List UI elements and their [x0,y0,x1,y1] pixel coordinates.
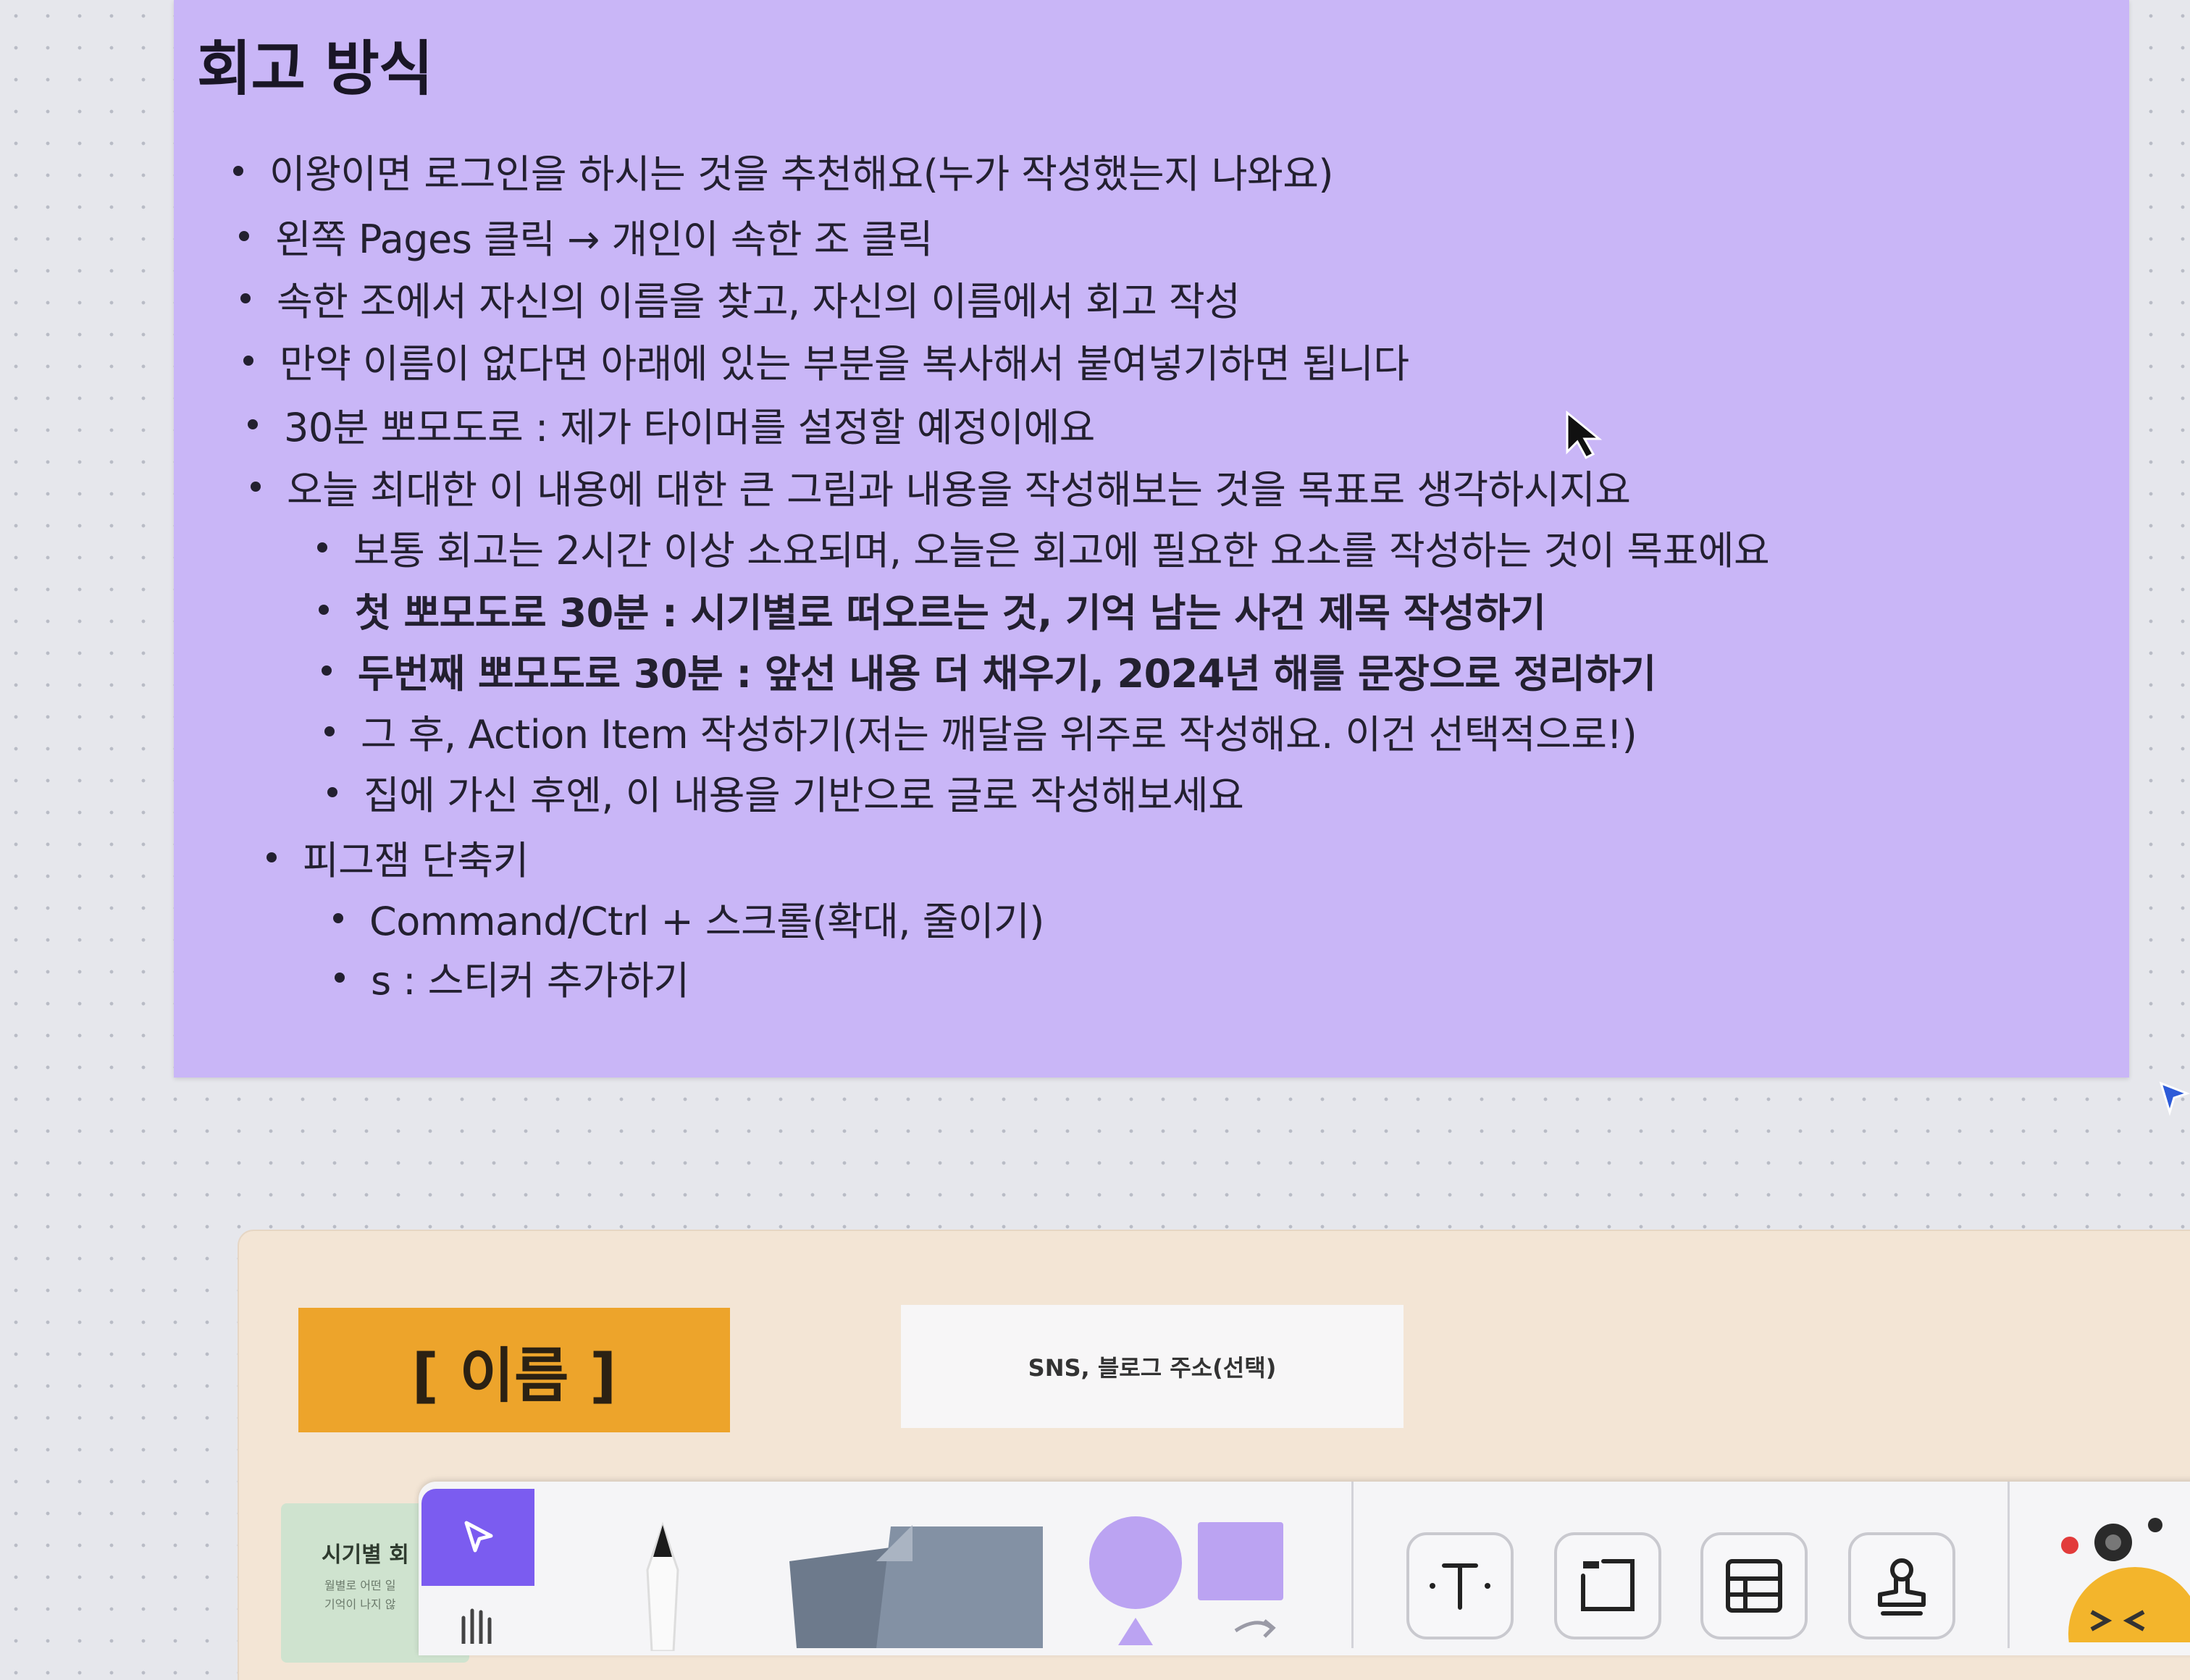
table-tool-button[interactable] [1700,1532,1808,1639]
stamp-tool-button[interactable] [1848,1532,1955,1639]
hand-icon[interactable] [449,1600,507,1644]
sub-bullet-1: 보통 회고는 2시간 이상 소요되며, 오늘은 회고에 필요한 요소를 작성하는… [316,518,1770,576]
timeline-subtext-2: 기억이 나지 않 [324,1597,396,1611]
shortcut-item-2: s : 스티커 추가하기 [335,949,689,1006]
sns-blog-address-box[interactable]: SNS, 블로그 주소(선택) [901,1305,1404,1428]
mouse-cursor-icon [1566,410,1603,459]
select-tool-button[interactable] [421,1489,534,1586]
timeline-subtext-1: 월별로 어떤 일 [324,1579,396,1592]
bullet-item-1: 이왕이면 로그인을 하시는 것을 추천해요(누가 작성했는지 나와요) [233,142,1333,199]
timeline-title: 시기별 회 [322,1542,409,1568]
name-label-box[interactable]: [ 이름 ] [298,1308,730,1432]
text-tool-button[interactable] [1406,1532,1514,1639]
sticky-note-icon[interactable] [768,1518,1057,1648]
sub-bullet-4: 그 후, Action Item 작성하기(저는 깨달음 위주로 작성해요. 이… [324,702,1637,760]
bullet-item-4: 만약 이름이 없다면 아래에 있는 부분을 복사해서 붙여넣기하면 됩니다 [243,332,1409,389]
sub-bullet-5: 집에 가신 후엔, 이 내용을 기반으로 글로 작성해보세요 [327,763,1244,820]
collaborator-cursor-icon [2159,1081,2190,1117]
sub-bullet-2: 첫 뽀모도로 30분 : 시기별로 떠오르는 것, 기억 남는 사건 제목 작성… [318,581,1546,638]
section-icon [1581,1559,1635,1611]
bullet-item-3: 속한 조에서 자신의 이름을 찾고, 자신의 이름에서 회고 작성 [240,269,1241,327]
toolbar-divider-2 [2008,1482,2010,1648]
sticker-widget-icon[interactable] [2041,1511,2190,1642]
text-icon [1430,1563,1490,1610]
stamp-icon [1878,1558,1926,1616]
shortcut-title: 피그잼 단축키 [267,828,529,886]
shapes-tool-icon[interactable] [1083,1515,1301,1645]
shortcut-item-1: Command/Ctrl + 스크롤(확대, 줄이기) [333,889,1044,946]
pointer-arrow-icon [464,1521,493,1553]
marker-tool-icon[interactable] [630,1521,695,1651]
toolbar-divider [1351,1482,1354,1648]
bullet-item-5: 30분 뽀모도로 : 제가 타이머를 설정할 예정이에요 [248,395,1095,453]
section-heading: 회고 방식 [197,35,433,104]
bullet-item-6: 오늘 최대한 이 내용에 대한 큰 그림과 내용을 작성해보는 것을 목표로 생… [250,458,1631,515]
section-tool-button[interactable] [1554,1532,1661,1639]
table-icon [1726,1559,1782,1613]
bullet-item-2: 왼쪽 Pages 클릭 → 개인이 속한 조 클릭 [239,207,933,264]
sub-bullet-3: 두번째 뽀모도로 30분 : 앞선 내용 더 채우기, 2024년 해를 문장으… [322,642,1656,699]
